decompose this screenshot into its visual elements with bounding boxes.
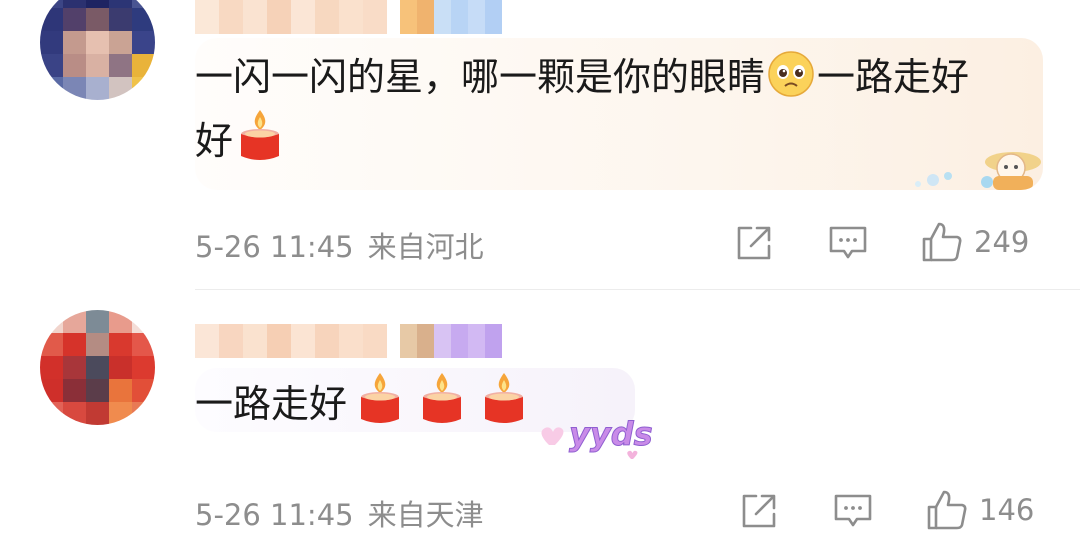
comment-item: 一闪一闪的星，哪一颗是你的眼睛 一路走好 好 5-26 11:45 来自河北 249 xyxy=(0,0,1080,290)
comment-date: 5-26 11:45 xyxy=(195,498,354,532)
pleading-face-emoji-icon xyxy=(768,51,814,97)
reply-button[interactable] xyxy=(833,492,873,530)
share-icon xyxy=(742,494,776,528)
candle-emoji-icon xyxy=(361,373,400,423)
comment-location: 来自天津 xyxy=(367,498,484,532)
like-count: 146 xyxy=(979,493,1035,527)
comment-text-line2: 好 xyxy=(195,108,285,171)
comment-icon xyxy=(829,226,867,259)
comment-text: 一路走好 xyxy=(195,371,529,434)
comment-meta: 5-26 11:45 来自河北 xyxy=(195,224,484,266)
username-blurred[interactable] xyxy=(195,0,387,34)
avatar[interactable] xyxy=(40,310,155,425)
avatar[interactable] xyxy=(40,0,155,100)
reply-button[interactable] xyxy=(828,224,868,262)
girl-with-hat-sticker xyxy=(915,152,1041,190)
thumbs-up-icon xyxy=(927,490,967,530)
comment-text: 一闪一闪的星，哪一颗是你的眼睛 一路走好 xyxy=(195,47,969,107)
share-icon xyxy=(737,226,771,260)
like-button[interactable]: 146 xyxy=(925,488,1034,532)
like-count: 249 xyxy=(974,225,1030,259)
user-badge xyxy=(400,0,502,34)
comment-meta: 5-26 11:45 来自天津 xyxy=(195,492,484,534)
share-button[interactable] xyxy=(740,492,778,530)
candle-emoji-icon xyxy=(485,373,524,423)
yyds-sticker: yyds xyxy=(541,415,653,459)
yyds-text: yyds xyxy=(569,415,653,453)
comment-icon xyxy=(834,494,872,527)
comment-location: 来自河北 xyxy=(367,230,484,264)
user-badge xyxy=(400,324,502,358)
candle-emoji-icon xyxy=(423,373,462,423)
username-blurred[interactable] xyxy=(195,324,387,358)
comment-date: 5-26 11:45 xyxy=(195,230,354,264)
candle-emoji-icon xyxy=(241,110,280,160)
thumbs-up-icon xyxy=(922,222,962,262)
like-button[interactable]: 249 xyxy=(920,220,1029,264)
comment-item: yyds 一路走好 5-26 11:45 来自天津 146 xyxy=(0,290,1080,538)
share-button[interactable] xyxy=(735,224,773,262)
